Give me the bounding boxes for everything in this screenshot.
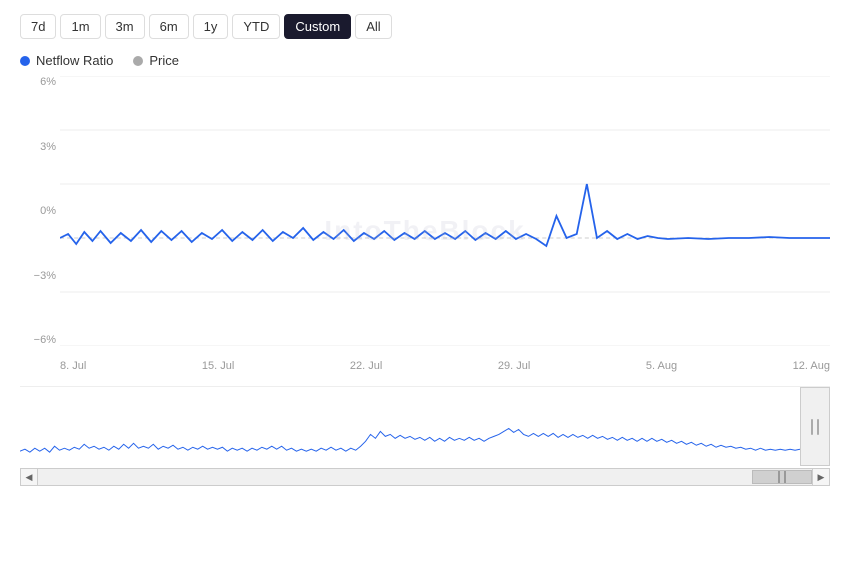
time-btn-1y[interactable]: 1y	[193, 14, 229, 39]
main-container: 7d1m3m6m1yYTDCustomAll Netflow Ratio Pric…	[0, 0, 850, 567]
time-btn-1m[interactable]: 1m	[60, 14, 100, 39]
y-label-0: 6%	[20, 76, 60, 88]
legend-item-1: Price	[133, 53, 179, 68]
mini-chart-svg-wrapper	[20, 387, 800, 466]
time-btn-custom[interactable]: Custom	[284, 14, 351, 39]
time-btn-7d[interactable]: 7d	[20, 14, 56, 39]
legend-item-0: Netflow Ratio	[20, 53, 113, 68]
legend-label-0: Netflow Ratio	[36, 53, 113, 68]
time-range-bar: 7d1m3m6m1yYTDCustomAll	[0, 0, 850, 49]
legend-dot-0	[20, 56, 30, 66]
legend: Netflow Ratio Price	[0, 49, 850, 76]
y-label-4: −6%	[20, 334, 60, 346]
y-label-1: 3%	[20, 141, 60, 153]
x-label-5: 12. Aug	[793, 360, 830, 372]
time-btn-ytd[interactable]: YTD	[232, 14, 280, 39]
scroll-left-button[interactable]: ◀	[20, 468, 38, 486]
x-label-3: 29. Jul	[498, 360, 530, 372]
y-axis: 6% 3% 0% −3% −6%	[20, 76, 60, 346]
y-label-2: 0%	[20, 205, 60, 217]
legend-dot-1	[133, 56, 143, 66]
main-chart-area: 6% 3% 0% −3% −6% 8. Jul 15. Jul 22. Jul 29. Jul…	[20, 76, 830, 386]
x-label-1: 15. Jul	[202, 360, 234, 372]
x-label-4: 5. Aug	[646, 360, 677, 372]
scroll-thumb[interactable]	[752, 470, 812, 484]
scroll-track[interactable]	[38, 468, 812, 486]
main-chart-svg	[60, 76, 830, 346]
time-btn-6m[interactable]: 6m	[149, 14, 189, 39]
chart-svg-wrapper	[60, 76, 830, 346]
mini-chart-handle[interactable]	[800, 387, 830, 466]
scrollbar-area: ◀ ▶	[20, 468, 830, 486]
time-btn-all[interactable]: All	[355, 14, 391, 39]
resize-handle-icon	[809, 417, 821, 437]
y-label-3: −3%	[20, 270, 60, 282]
scroll-right-button[interactable]: ▶	[812, 468, 830, 486]
mini-chart-svg	[20, 387, 800, 466]
legend-label-1: Price	[149, 53, 179, 68]
mini-chart-area	[20, 386, 830, 466]
x-label-2: 22. Jul	[350, 360, 382, 372]
scroll-thumb-handle-icon	[778, 471, 786, 483]
time-btn-3m[interactable]: 3m	[105, 14, 145, 39]
x-label-0: 8. Jul	[60, 360, 86, 372]
x-axis: 8. Jul 15. Jul 22. Jul 29. Jul 5. Aug 12. Aug	[60, 346, 830, 386]
